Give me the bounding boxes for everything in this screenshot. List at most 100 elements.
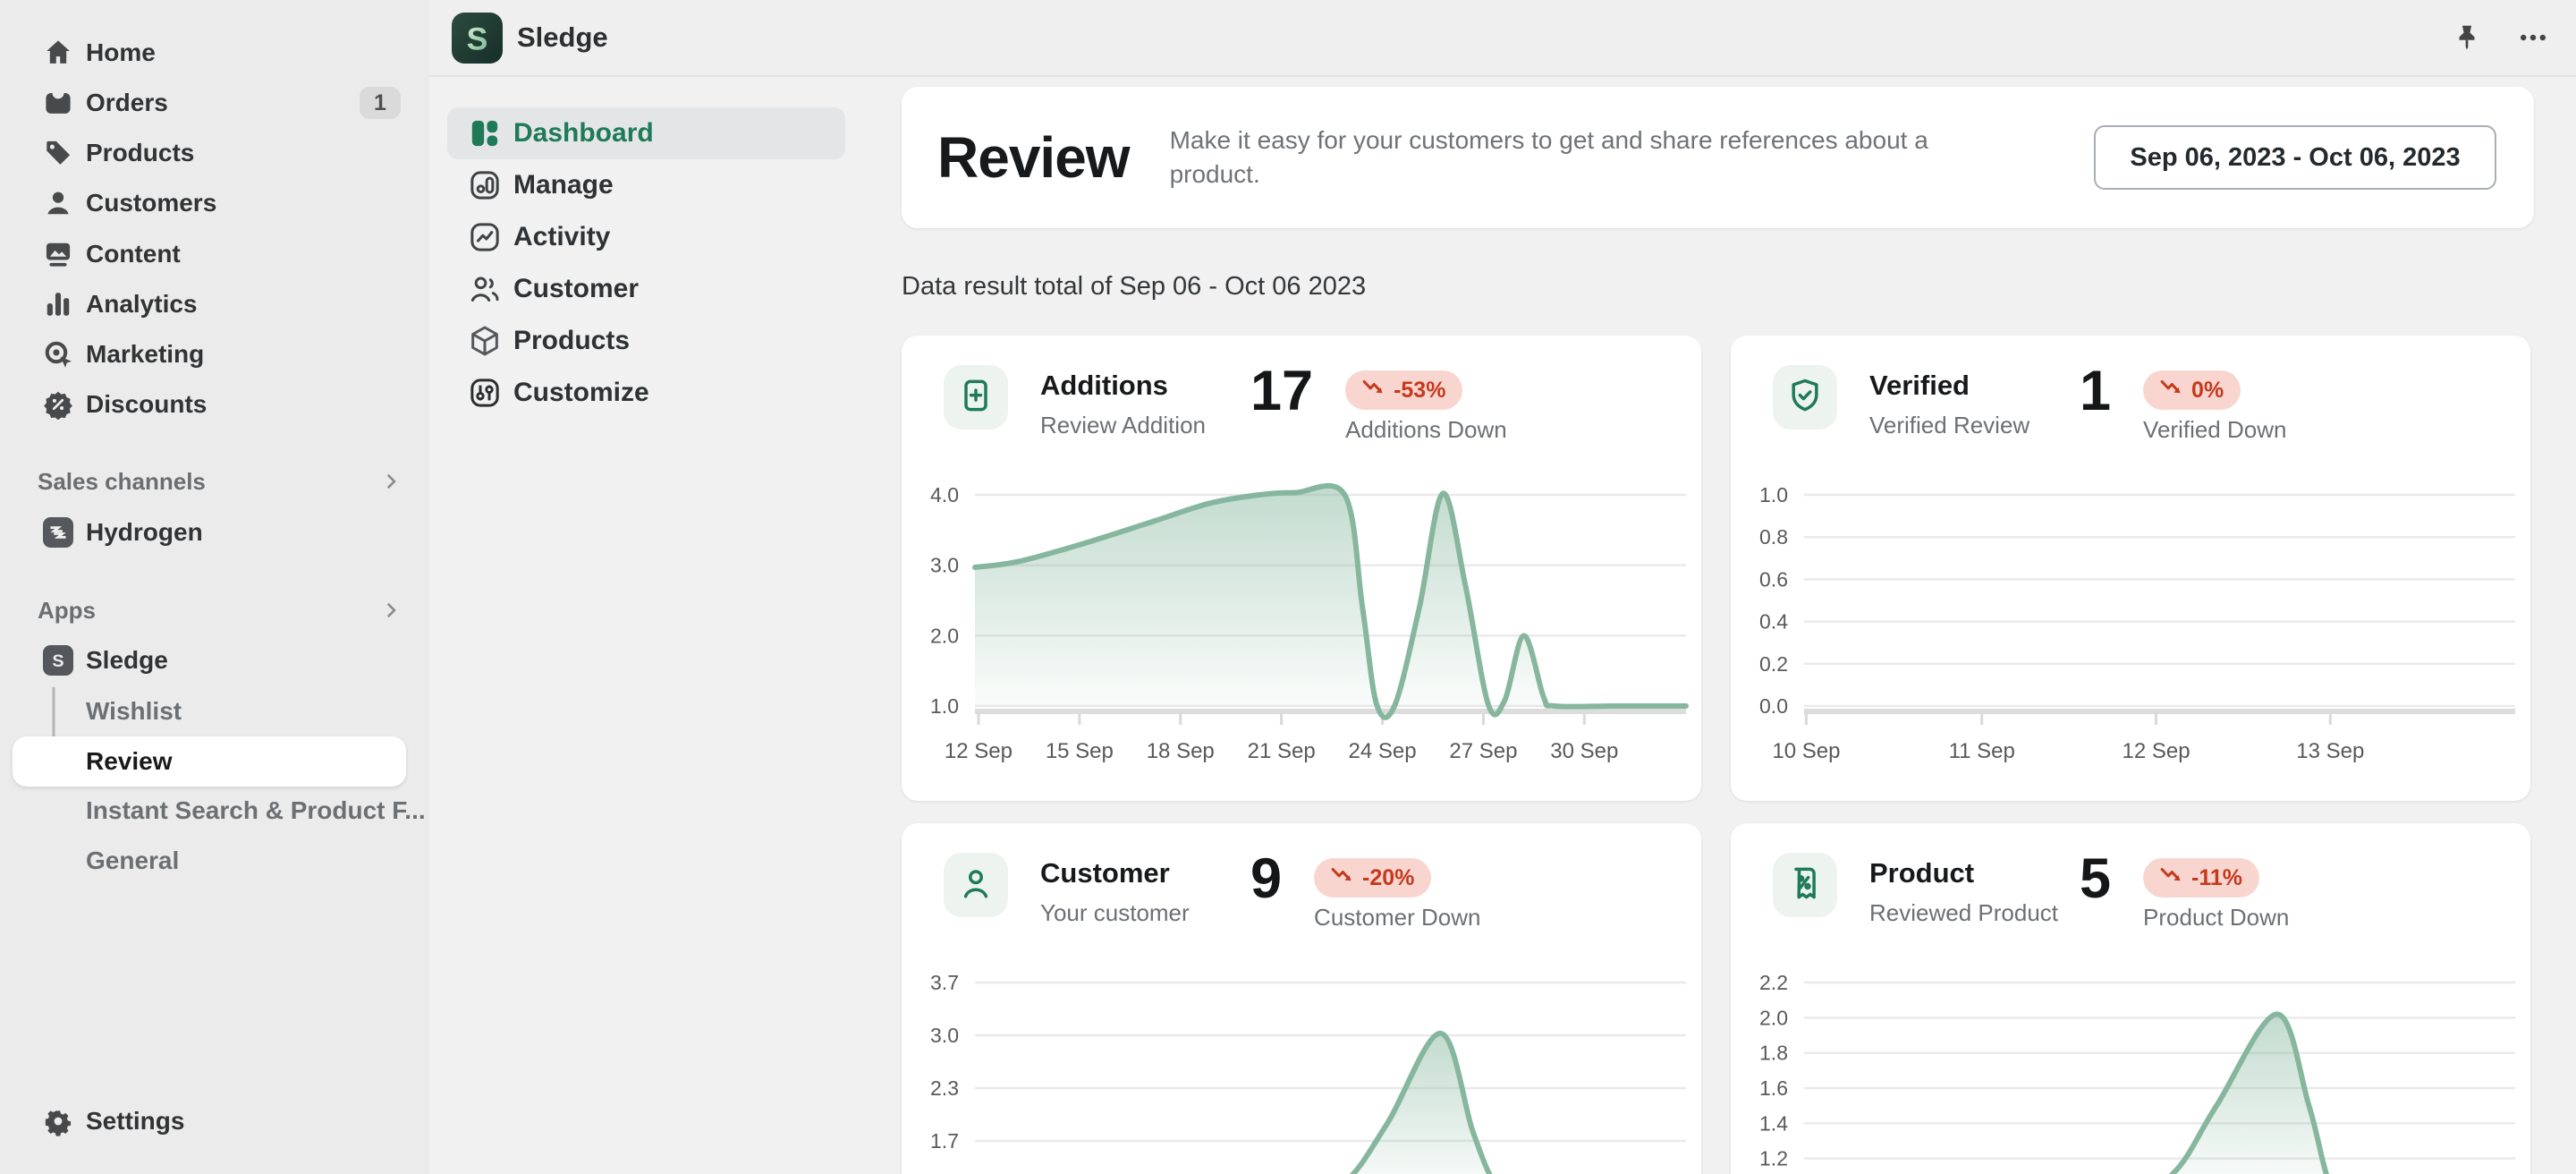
customer-icon <box>467 271 503 307</box>
apps-section-header[interactable]: Apps <box>38 595 402 625</box>
svg-text:2.2: 2.2 <box>1759 971 1788 994</box>
sidebar-item-label: Discounts <box>86 390 208 418</box>
sidebar-item-home[interactable]: Home <box>9 28 420 78</box>
trend-caption: Additions Down <box>1345 416 1507 443</box>
sidebar-item-label: Analytics <box>86 290 198 318</box>
metric-icon-tile <box>1773 853 1837 917</box>
sidebar-item-settings[interactable]: Settings <box>9 1096 420 1146</box>
sidebar-item-customers[interactable]: Customers <box>9 178 420 228</box>
svg-text:1.8: 1.8 <box>1759 1042 1788 1065</box>
chevron-right-icon <box>379 470 402 493</box>
image-icon <box>43 239 73 269</box>
metric-subtitle: Verified Review <box>1869 412 2030 438</box>
metric-icon-tile <box>1773 365 1837 430</box>
svg-text:S: S <box>52 651 64 671</box>
svg-text:15 Sep: 15 Sep <box>1046 739 1114 763</box>
sidebar-item-label: Orders <box>86 89 168 116</box>
manage-icon <box>467 167 503 203</box>
sidebar-item-label: Home <box>86 38 156 66</box>
cube-icon <box>467 323 503 359</box>
svg-text:10 Sep: 10 Sep <box>1772 739 1840 763</box>
sidebar-subitem-wishlist[interactable]: Wishlist <box>86 688 182 735</box>
trend-caption: Product Down <box>2143 904 2290 931</box>
sidebar-item-label: Products <box>86 139 195 166</box>
page-header-card: Review Make it easy for your customers t… <box>902 87 2534 228</box>
sidebar-item-analytics[interactable]: Analytics <box>9 279 420 329</box>
svg-text:2.3: 2.3 <box>930 1076 959 1100</box>
app-nav-item-products[interactable]: Products <box>447 315 845 367</box>
metric-icon-tile <box>944 365 1008 430</box>
sidebar-item-sledge[interactable]: S Sledge <box>9 635 420 685</box>
data-summary-text: Data result total of Sep 06 - Oct 06 202… <box>902 272 1367 301</box>
trend-badge: -20% <box>1314 858 1432 898</box>
sidebar-subitem-instant-search[interactable]: Instant Search & Product F... <box>86 787 426 834</box>
gear-icon <box>43 1106 73 1136</box>
metric-chart: 2.22.01.81.61.41.21.0 <box>1759 971 2515 1174</box>
metric-value: 17 <box>1250 360 1314 422</box>
discount-badge-icon <box>43 389 73 420</box>
sledge-app-icon: S <box>43 645 73 676</box>
customize-icon <box>467 375 503 411</box>
svg-text:S: S <box>467 21 488 57</box>
sidebar-item-marketing[interactable]: Marketing <box>9 329 420 379</box>
chevron-right-icon <box>379 599 402 622</box>
pin-icon[interactable] <box>2449 20 2485 55</box>
trend-badge: -53% <box>1345 370 1463 410</box>
sidebar-item-content[interactable]: Content <box>9 229 420 279</box>
app-nav-item-customer[interactable]: Customer <box>447 263 845 315</box>
svg-text:21 Sep: 21 Sep <box>1248 739 1316 763</box>
metric-subtitle: Reviewed Product <box>1869 899 2058 926</box>
page-description: Make it easy for your customers to get a… <box>1169 126 1928 188</box>
svg-text:1.0: 1.0 <box>1759 483 1788 506</box>
sidebar-item-hydrogen[interactable]: Hydrogen <box>9 507 420 557</box>
app-nav-item-customize[interactable]: Customize <box>447 367 845 419</box>
svg-text:0.6: 0.6 <box>1759 567 1788 591</box>
svg-text:0.2: 0.2 <box>1759 652 1788 676</box>
svg-text:0.0: 0.0 <box>1759 694 1788 718</box>
metric-subtitle: Your customer <box>1040 899 1190 926</box>
metric-title: Additions <box>1040 370 1168 401</box>
svg-text:3.0: 3.0 <box>930 1024 959 1047</box>
bar-chart-icon <box>43 289 73 319</box>
svg-text:1.6: 1.6 <box>1759 1076 1788 1100</box>
sledge-logo-icon: S <box>452 13 503 64</box>
svg-text:0.4: 0.4 <box>1759 610 1788 634</box>
svg-text:4.0: 4.0 <box>930 483 959 506</box>
svg-text:0.8: 0.8 <box>1759 525 1788 549</box>
metric-card-customer: Customer Your customer 9 -20% Customer D… <box>902 823 1701 1174</box>
svg-text:1.2: 1.2 <box>1759 1147 1788 1170</box>
metric-chart: 3.73.02.31.71.0 <box>930 971 1686 1174</box>
person-icon <box>43 188 73 218</box>
svg-text:18 Sep: 18 Sep <box>1147 739 1215 763</box>
app-nav-item-dashboard[interactable]: Dashboard <box>447 107 845 159</box>
sidebar-subitem-review[interactable]: Review <box>13 736 406 787</box>
target-cursor-icon <box>43 339 73 370</box>
app-nav-item-activity[interactable]: Activity <box>447 211 845 263</box>
trend-down-icon <box>1331 865 1354 891</box>
metric-subtitle: Review Addition <box>1040 412 1206 438</box>
metric-value: 5 <box>2080 847 2112 910</box>
person-icon <box>956 863 996 907</box>
metric-card-product: Product Reviewed Product 5 -11% Product … <box>1731 823 2530 1174</box>
trend-down-icon <box>2160 865 2183 891</box>
receipt-percent-icon <box>1785 863 1825 907</box>
sidebar-item-discounts[interactable]: Discounts <box>9 379 420 430</box>
date-range-button[interactable]: Sep 06, 2023 - Oct 06, 2023 <box>2094 125 2496 190</box>
activity-icon <box>467 219 503 255</box>
svg-text:1.7: 1.7 <box>930 1129 959 1153</box>
trend-caption: Customer Down <box>1314 904 1481 931</box>
sidebar-item-label: Marketing <box>86 340 205 368</box>
sidebar-item-label: Customers <box>86 189 217 217</box>
hydrogen-app-icon <box>43 517 73 548</box>
trend-badge: -11% <box>2143 858 2260 898</box>
app-nav-item-manage[interactable]: Manage <box>447 159 845 211</box>
trend-caption: Verified Down <box>2143 416 2287 443</box>
sidebar-item-orders[interactable]: Orders 1 <box>9 78 420 128</box>
more-options-icon[interactable] <box>2515 20 2551 55</box>
svg-text:3.7: 3.7 <box>930 971 959 994</box>
sales-channels-section-header[interactable]: Sales channels <box>38 466 402 497</box>
sidebar-item-products[interactable]: Products <box>9 128 420 178</box>
page-title: Review <box>937 125 1131 190</box>
home-icon <box>43 38 73 68</box>
sidebar-subitem-general[interactable]: General <box>86 838 179 884</box>
